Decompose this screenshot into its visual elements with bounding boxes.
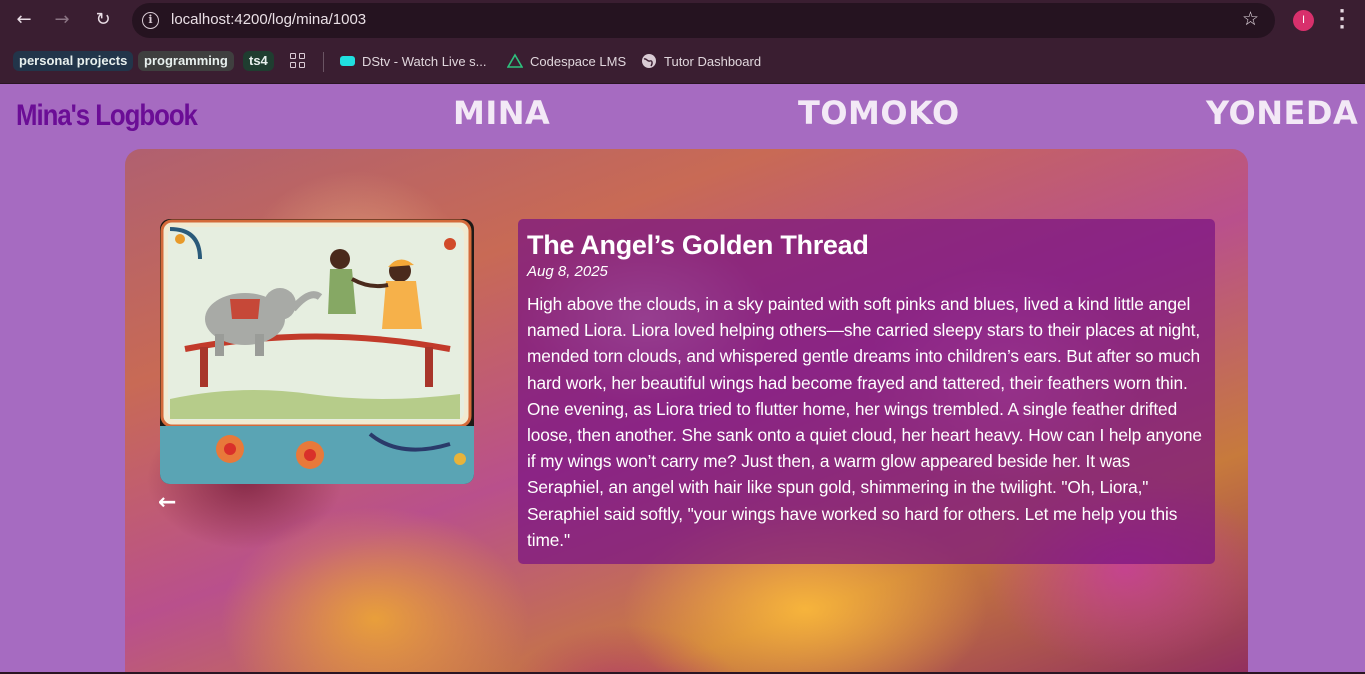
bookmark-tutor-dashboard[interactable]: Tutor Dashboard (641, 53, 761, 69)
bookmark-codespace-label: Codespace LMS (530, 53, 627, 69)
story-illustration (160, 219, 474, 484)
bookmarks-bar: personal projects programming ts4 DStv -… (0, 40, 1365, 84)
story-title: The Angel’s Golden Thread (527, 230, 869, 260)
url-text[interactable]: localhost:4200/log/mina/1003 (171, 11, 366, 28)
forward-arrow-icon[interactable]: → (50, 8, 74, 32)
dstv-icon (340, 56, 355, 66)
bookmark-codespace[interactable]: Codespace LMS (507, 53, 626, 69)
profile-avatar[interactable]: I (1293, 10, 1314, 31)
nav-name-yoneda[interactable]: YONEDA (1206, 94, 1358, 132)
story-panel: The Angel’s Golden Thread Aug 8, 2025 Hi… (518, 219, 1215, 564)
bookmark-folder-programming[interactable]: programming (138, 51, 234, 71)
story-date: Aug 8, 2025 (527, 263, 608, 280)
back-arrow-icon[interactable]: ← (12, 8, 36, 32)
bookmark-folder-ts4[interactable]: ts4 (243, 51, 274, 71)
reload-icon[interactable]: ↻ (91, 8, 115, 32)
bookmark-dstv-label: DStv - Watch Live s... (362, 53, 487, 69)
kebab-menu-icon[interactable]: · · · (1336, 3, 1348, 37)
nav-name-tomoko[interactable]: TOMOKO (798, 94, 960, 132)
bookmark-tutor-dashboard-label: Tutor Dashboard (664, 53, 762, 69)
info-icon[interactable]: i (142, 12, 159, 29)
bookmark-dstv[interactable]: DStv - Watch Live s... (339, 53, 487, 69)
site-logo[interactable]: Mina's Logbook (16, 99, 198, 133)
address-bar[interactable]: i localhost:4200/log/mina/1003 ☆ (132, 3, 1275, 38)
page: Mina's Logbook MINA TOMOKO YONEDA ← The … (0, 85, 1365, 674)
apps-grid-icon[interactable] (290, 53, 306, 69)
illustration-art (160, 219, 474, 484)
bookmarks-separator (323, 52, 324, 72)
globe-icon (642, 54, 656, 68)
story-body: High above the clouds, in a sky painted … (527, 294, 1202, 550)
back-arrow-icon[interactable]: ← (158, 491, 176, 515)
nav-name-mina[interactable]: MINA (453, 94, 550, 132)
codespace-icon (507, 53, 523, 68)
browser-toolbar: ← → ↻ i localhost:4200/log/mina/1003 ☆ I… (0, 0, 1365, 40)
story-hero-background: ← The Angel’s Golden Thread Aug 8, 2025 … (125, 149, 1248, 674)
bookmark-folder-personal-projects[interactable]: personal projects (13, 51, 134, 71)
star-icon[interactable]: ☆ (1242, 8, 1259, 30)
